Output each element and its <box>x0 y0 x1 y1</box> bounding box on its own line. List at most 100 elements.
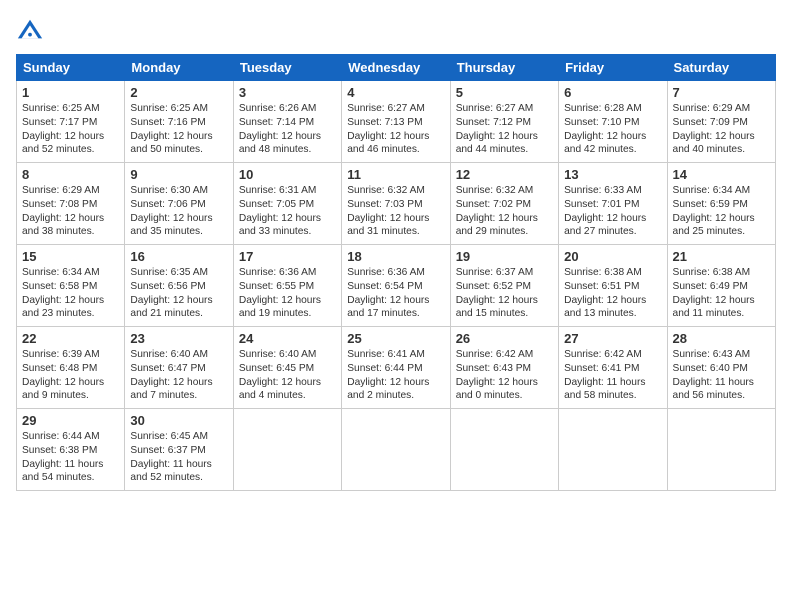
day-number: 2 <box>130 85 227 100</box>
calendar-cell: 21Sunrise: 6:38 AMSunset: 6:49 PMDayligh… <box>667 245 775 327</box>
day-number: 16 <box>130 249 227 264</box>
calendar-cell: 9 Sunrise: 6:30 AMSunset: 7:06 PMDaylight… <box>125 163 233 245</box>
calendar-cell: 24 Sunrise: 6:40 AMSunset: 6:45 PMDayligh… <box>233 327 341 409</box>
calendar-cell: 19 Sunrise: 6:37 AMSunset: 6:52 PMDayligh… <box>450 245 558 327</box>
calendar-cell: 10 Sunrise: 6:31 AMSunset: 7:05 PMDayligh… <box>233 163 341 245</box>
week-row-3: 15 Sunrise: 6:34 AMSunset: 6:58 PMDayligh… <box>17 245 776 327</box>
cell-details: Sunrise: 6:45 AMSunset: 6:37 PMDaylight:… <box>130 430 227 485</box>
calendar-cell: 1Sunrise: 6:25 AMSunset: 7:17 PMDaylight… <box>17 81 125 163</box>
day-number: 11 <box>347 167 444 182</box>
column-header-wednesday: Wednesday <box>342 55 450 81</box>
cell-details: Sunrise: 6:32 AMSunset: 7:03 PMDaylight:… <box>347 184 444 239</box>
calendar-cell: 12 Sunrise: 6:32 AMSunset: 7:02 PMDayligh… <box>450 163 558 245</box>
cell-details: Sunrise: 6:39 AMSunset: 6:48 PMDaylight:… <box>22 348 119 403</box>
calendar-cell: 22 Sunrise: 6:39 AMSunset: 6:48 PMDayligh… <box>17 327 125 409</box>
day-number: 5 <box>456 85 553 100</box>
calendar-cell: 29 Sunrise: 6:44 AMSunset: 6:38 PMDayligh… <box>17 409 125 491</box>
day-number: 3 <box>239 85 336 100</box>
calendar-cell: 2 Sunrise: 6:25 AMSunset: 7:16 PMDaylight… <box>125 81 233 163</box>
cell-details: Sunrise: 6:34 AMSunset: 6:58 PMDaylight:… <box>22 266 119 321</box>
calendar-cell: 4Sunrise: 6:27 AMSunset: 7:13 PMDaylight… <box>342 81 450 163</box>
day-number: 18 <box>347 249 444 264</box>
calendar-cell: 14 Sunrise: 6:34 AMSunset: 6:59 PMDayligh… <box>667 163 775 245</box>
cell-details: Sunrise: 6:43 AMSunset: 6:40 PMDaylight:… <box>673 348 770 403</box>
day-number: 19 <box>456 249 553 264</box>
cell-details: Sunrise: 6:29 AMSunset: 7:09 PMDaylight:… <box>673 102 770 157</box>
cell-details: Sunrise: 6:36 AMSunset: 6:55 PMDaylight:… <box>239 266 336 321</box>
calendar-cell: 23 Sunrise: 6:40 AMSunset: 6:47 PMDayligh… <box>125 327 233 409</box>
cell-details: Sunrise: 6:32 AMSunset: 7:02 PMDaylight:… <box>456 184 553 239</box>
cell-details: Sunrise: 6:31 AMSunset: 7:05 PMDaylight:… <box>239 184 336 239</box>
cell-details: Sunrise: 6:27 AMSunset: 7:12 PMDaylight:… <box>456 102 553 157</box>
calendar-cell <box>342 409 450 491</box>
calendar-cell <box>233 409 341 491</box>
day-number: 30 <box>130 413 227 428</box>
day-number: 14 <box>673 167 770 182</box>
calendar-cell: 7 Sunrise: 6:29 AMSunset: 7:09 PMDaylight… <box>667 81 775 163</box>
cell-details: Sunrise: 6:29 AMSunset: 7:08 PMDaylight:… <box>22 184 119 239</box>
calendar-cell: 17 Sunrise: 6:36 AMSunset: 6:55 PMDayligh… <box>233 245 341 327</box>
day-number: 12 <box>456 167 553 182</box>
cell-details: Sunrise: 6:34 AMSunset: 6:59 PMDaylight:… <box>673 184 770 239</box>
calendar-cell <box>450 409 558 491</box>
calendar-table: SundayMondayTuesdayWednesdayThursdayFrid… <box>16 54 776 491</box>
day-number: 13 <box>564 167 661 182</box>
day-number: 7 <box>673 85 770 100</box>
day-number: 24 <box>239 331 336 346</box>
cell-details: Sunrise: 6:30 AMSunset: 7:06 PMDaylight:… <box>130 184 227 239</box>
day-number: 6 <box>564 85 661 100</box>
day-number: 15 <box>22 249 119 264</box>
day-number: 9 <box>130 167 227 182</box>
calendar-cell <box>667 409 775 491</box>
column-header-tuesday: Tuesday <box>233 55 341 81</box>
day-number: 26 <box>456 331 553 346</box>
cell-details: Sunrise: 6:40 AMSunset: 6:47 PMDaylight:… <box>130 348 227 403</box>
day-number: 17 <box>239 249 336 264</box>
day-number: 20 <box>564 249 661 264</box>
cell-details: Sunrise: 6:25 AMSunset: 7:17 PMDaylight:… <box>22 102 119 157</box>
calendar-cell: 28 Sunrise: 6:43 AMSunset: 6:40 PMDayligh… <box>667 327 775 409</box>
day-number: 10 <box>239 167 336 182</box>
cell-details: Sunrise: 6:35 AMSunset: 6:56 PMDaylight:… <box>130 266 227 321</box>
cell-details: Sunrise: 6:40 AMSunset: 6:45 PMDaylight:… <box>239 348 336 403</box>
cell-details: Sunrise: 6:41 AMSunset: 6:44 PMDaylight:… <box>347 348 444 403</box>
calendar-cell: 5 Sunrise: 6:27 AMSunset: 7:12 PMDaylight… <box>450 81 558 163</box>
day-number: 29 <box>22 413 119 428</box>
cell-details: Sunrise: 6:25 AMSunset: 7:16 PMDaylight:… <box>130 102 227 157</box>
logo <box>16 16 48 44</box>
calendar-cell: 30 Sunrise: 6:45 AMSunset: 6:37 PMDayligh… <box>125 409 233 491</box>
calendar-cell: 26Sunrise: 6:42 AMSunset: 6:43 PMDayligh… <box>450 327 558 409</box>
calendar-cell <box>559 409 667 491</box>
cell-details: Sunrise: 6:33 AMSunset: 7:01 PMDaylight:… <box>564 184 661 239</box>
day-number: 27 <box>564 331 661 346</box>
cell-details: Sunrise: 6:38 AMSunset: 6:49 PMDaylight:… <box>673 266 770 321</box>
calendar-cell: 15 Sunrise: 6:34 AMSunset: 6:58 PMDayligh… <box>17 245 125 327</box>
calendar-cell: 13 Sunrise: 6:33 AMSunset: 7:01 PMDayligh… <box>559 163 667 245</box>
week-row-4: 22 Sunrise: 6:39 AMSunset: 6:48 PMDayligh… <box>17 327 776 409</box>
week-row-1: 1Sunrise: 6:25 AMSunset: 7:17 PMDaylight… <box>17 81 776 163</box>
day-number: 23 <box>130 331 227 346</box>
calendar-cell: 25 Sunrise: 6:41 AMSunset: 6:44 PMDayligh… <box>342 327 450 409</box>
cell-details: Sunrise: 6:28 AMSunset: 7:10 PMDaylight:… <box>564 102 661 157</box>
cell-details: Sunrise: 6:26 AMSunset: 7:14 PMDaylight:… <box>239 102 336 157</box>
cell-details: Sunrise: 6:36 AMSunset: 6:54 PMDaylight:… <box>347 266 444 321</box>
calendar-cell: 8 Sunrise: 6:29 AMSunset: 7:08 PMDaylight… <box>17 163 125 245</box>
column-header-thursday: Thursday <box>450 55 558 81</box>
calendar-cell: 18 Sunrise: 6:36 AMSunset: 6:54 PMDayligh… <box>342 245 450 327</box>
cell-details: Sunrise: 6:37 AMSunset: 6:52 PMDaylight:… <box>456 266 553 321</box>
calendar-cell: 11 Sunrise: 6:32 AMSunset: 7:03 PMDayligh… <box>342 163 450 245</box>
day-number: 8 <box>22 167 119 182</box>
column-header-saturday: Saturday <box>667 55 775 81</box>
day-number: 22 <box>22 331 119 346</box>
week-row-2: 8 Sunrise: 6:29 AMSunset: 7:08 PMDaylight… <box>17 163 776 245</box>
calendar-cell: 20Sunrise: 6:38 AMSunset: 6:51 PMDayligh… <box>559 245 667 327</box>
header <box>16 12 776 44</box>
calendar-cell: 6 Sunrise: 6:28 AMSunset: 7:10 PMDaylight… <box>559 81 667 163</box>
day-number: 28 <box>673 331 770 346</box>
cell-details: Sunrise: 6:44 AMSunset: 6:38 PMDaylight:… <box>22 430 119 485</box>
day-number: 25 <box>347 331 444 346</box>
day-number: 4 <box>347 85 444 100</box>
main-container: SundayMondayTuesdayWednesdayThursdayFrid… <box>0 0 792 499</box>
logo-icon <box>16 16 44 44</box>
cell-details: Sunrise: 6:42 AMSunset: 6:41 PMDaylight:… <box>564 348 661 403</box>
